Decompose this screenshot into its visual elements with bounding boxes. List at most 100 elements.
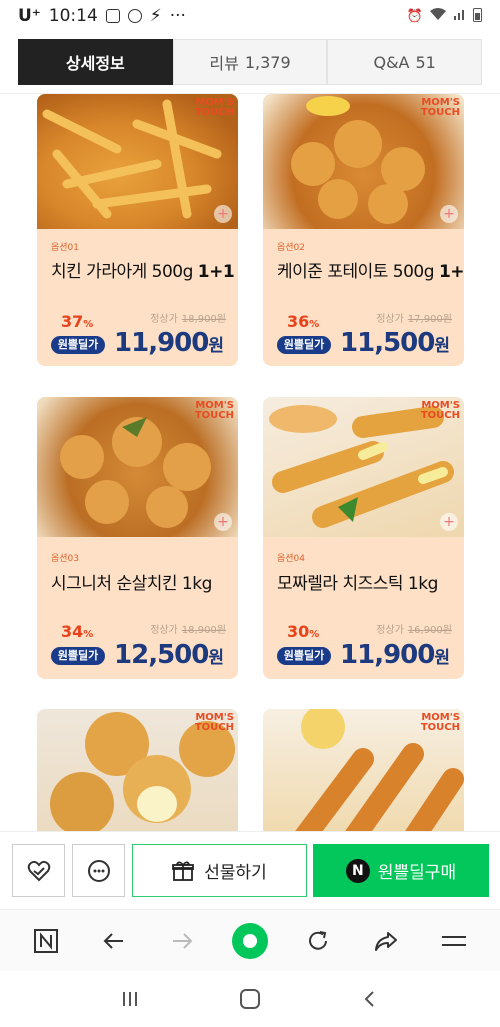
add-icon[interactable]: + <box>214 513 232 531</box>
chevron-left-icon <box>364 991 374 1007</box>
tab-count: 51 <box>415 52 436 72</box>
sale-price: 12,500원 <box>114 640 224 670</box>
tab-details[interactable]: 상세정보 <box>18 39 173 85</box>
naver-pay-icon: N <box>345 858 370 883</box>
brand-logo: MOM'S TOUCH <box>420 712 460 733</box>
product-name: 시그니처 순살치킨 1kg <box>51 574 212 594</box>
tab-label: 상세정보 <box>65 54 125 73</box>
chat-button[interactable] <box>72 844 125 897</box>
buy-button[interactable]: N 원쁠딜구매 <box>313 844 489 897</box>
product-image: MOM'S TOUCH + <box>263 94 464 229</box>
product-name: 모짜렐라 치즈스틱 1kg <box>277 574 438 594</box>
add-icon[interactable]: + <box>214 205 232 223</box>
naver-home-button[interactable] <box>26 921 66 961</box>
share-button[interactable] <box>366 921 406 961</box>
product-image: MOM'S TOUCH <box>37 709 238 831</box>
gift-icon <box>172 861 195 881</box>
back-button[interactable] <box>94 921 134 961</box>
system-back-button[interactable] <box>350 979 390 1019</box>
deal-badge: 원쁠딜가 <box>51 336 105 354</box>
deal-badge: 원쁠딜가 <box>51 647 105 665</box>
product-image: MOM'S TOUCH <box>263 709 464 831</box>
original-price: 정상가 17,900원 <box>376 314 452 325</box>
detail-tabs: 상세정보 리뷰 1,379 Q&A 51 <box>18 39 483 85</box>
tab-count: 1,379 <box>244 52 291 72</box>
brand-logo: MOM'S TOUCH <box>194 400 234 421</box>
product-image: MOM'S TOUCH + <box>263 397 464 537</box>
carrier-label: U⁺ <box>18 6 41 26</box>
chat-icon <box>87 859 110 882</box>
option-label: 옵션03 <box>51 554 80 564</box>
system-nav-bar <box>0 971 500 1027</box>
product-image: MOM'S TOUCH + <box>37 94 238 229</box>
gallery-icon <box>105 9 120 23</box>
brand-logo: MOM'S TOUCH <box>420 400 460 421</box>
gift-label: 선물하기 <box>204 863 267 883</box>
option-label: 옵션02 <box>277 243 306 253</box>
purchase-bar: 선물하기 N 원쁠딜구매 <box>0 831 500 909</box>
option-label: 옵션01 <box>51 243 80 253</box>
discount-rate: 37% <box>61 312 94 331</box>
brand-logo: MOM'S TOUCH <box>420 97 460 118</box>
recent-apps-icon <box>123 992 137 1006</box>
tab-qna[interactable]: Q&A 51 <box>327 39 483 85</box>
sale-price: 11,900원 <box>114 328 224 358</box>
discount-rate: 34% <box>61 622 94 641</box>
product-name: 케이준 포테이토 500g 1+1 <box>277 262 464 282</box>
tab-label: 리뷰 <box>209 54 239 73</box>
flash-icon: ⚡ <box>149 6 162 26</box>
green-dot-icon <box>232 922 268 959</box>
arrow-left-icon <box>103 932 123 949</box>
home-icon <box>240 989 260 1009</box>
product-card[interactable]: MOM'S TOUCH + 옵션04 모짜렐라 치즈스틱 1kg 30% 정상가 1… <box>263 397 464 679</box>
product-grid: MOM'S TOUCH + 옵션01 치킨 가라아게 500g 1+1 37% 정… <box>37 94 464 831</box>
deal-badge: 원쁠딜가 <box>277 336 331 354</box>
battery-icon <box>473 7 482 26</box>
tab-label: Q&A <box>373 52 410 72</box>
signal-icon <box>453 7 467 25</box>
original-price: 정상가 18,900원 <box>150 625 226 636</box>
recent-apps-button[interactable] <box>110 979 150 1019</box>
product-name: 치킨 가라아게 500g 1+1 <box>51 262 235 282</box>
menu-button[interactable] <box>434 921 474 961</box>
product-card[interactable]: MOM'S TOUCH + 옵션01 치킨 가라아게 500g 1+1 37% 정… <box>37 94 238 366</box>
product-card[interactable]: MOM'S TOUCH <box>37 709 238 831</box>
discount-rate: 30% <box>287 622 320 641</box>
green-dot-button[interactable] <box>230 921 270 961</box>
original-price: 정상가 16,900원 <box>376 625 452 636</box>
hamburger-icon <box>442 935 466 946</box>
more-dots: ··· <box>169 6 186 26</box>
add-icon[interactable]: + <box>440 513 458 531</box>
wifi-icon <box>429 7 447 25</box>
browser-toolbar <box>0 909 500 971</box>
add-icon[interactable]: + <box>440 205 458 223</box>
option-label: 옵션04 <box>277 554 306 564</box>
brand-logo: MOM'S TOUCH <box>194 97 234 118</box>
brand-logo: MOM'S TOUCH <box>194 712 234 733</box>
product-card[interactable]: MOM'S TOUCH <box>263 709 464 831</box>
buy-label: 원쁠딜구매 <box>377 863 457 883</box>
refresh-button[interactable] <box>298 921 338 961</box>
product-card[interactable]: MOM'S TOUCH + 옵션03 시그니처 순살치킨 1kg 34% 정상가 1… <box>37 397 238 679</box>
gift-button[interactable]: 선물하기 <box>132 844 307 897</box>
share-icon <box>375 931 397 951</box>
forward-button[interactable] <box>162 921 202 961</box>
tab-reviews[interactable]: 리뷰 1,379 <box>172 39 328 85</box>
alarm-icon: ⏰ <box>406 8 423 24</box>
status-bar: U⁺ 10:14 ⚡ ··· ⏰ <box>0 0 500 32</box>
discount-rate: 36% <box>287 312 320 331</box>
deal-badge: 원쁠딜가 <box>277 647 331 665</box>
sale-price: 11,500원 <box>340 328 450 358</box>
naver-n-icon <box>34 928 58 953</box>
talk-icon <box>127 9 142 23</box>
clock: 10:14 <box>48 6 98 26</box>
product-card[interactable]: MOM'STOUCH + 옵션02 케이준 포테이토 500g 1+1 36% … <box>263 94 464 366</box>
home-button[interactable] <box>230 979 270 1019</box>
sale-price: 11,900원 <box>340 640 450 670</box>
heart-check-icon <box>27 860 50 881</box>
original-price: 정상가 18,900원 <box>150 314 226 325</box>
product-image: MOM'S TOUCH + <box>37 397 238 537</box>
wishlist-button[interactable] <box>12 844 65 897</box>
refresh-icon <box>309 930 327 950</box>
arrow-right-icon <box>173 932 193 949</box>
